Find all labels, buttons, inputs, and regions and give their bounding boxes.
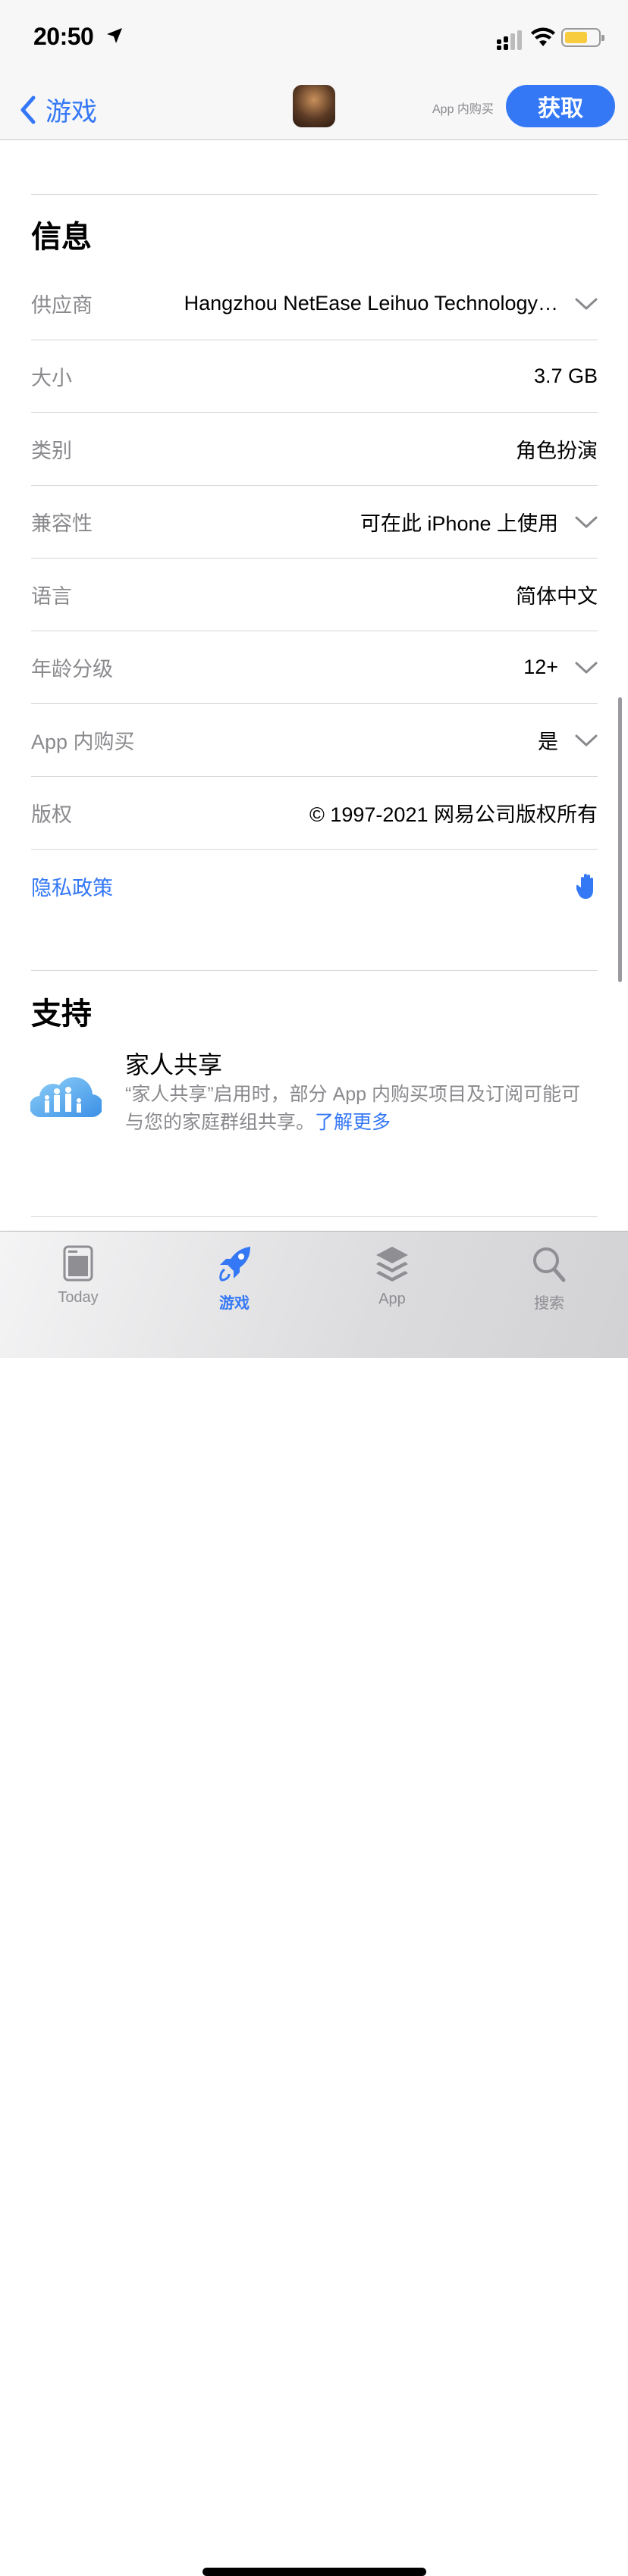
info-row-value: 角色扮演 [516, 440, 598, 462]
in-app-purchase-label: App 内购买 [432, 103, 494, 116]
navigation-header: 20:50 游戏 App 内购买 获取 [0, 0, 628, 140]
get-button[interactable]: 获取 [506, 85, 615, 127]
privacy-policy-label: 隐私政策 [31, 876, 113, 900]
info-row-value: 3.7 GB [533, 365, 598, 387]
info-row[interactable]: 供应商 Hangzhou NetEase Leihuo Technology… [31, 268, 598, 340]
search-icon [533, 1247, 566, 1282]
battery-icon [561, 28, 604, 47]
info-row-value: Hangzhou NetEase Leihuo Technology… [184, 292, 558, 315]
info-row-key: 版权 [31, 803, 72, 826]
tab-search[interactable]: 搜索 [504, 1245, 595, 1313]
scrollbar[interactable] [618, 697, 622, 982]
privacy-policy-link[interactable]: 隐私政策 [31, 850, 598, 922]
info-row: 类别 角色扮演 [31, 413, 598, 486]
tab-label: 搜索 [534, 1295, 564, 1312]
info-row-value: 是 [538, 731, 558, 753]
cellular-signal-icon [497, 30, 522, 50]
info-row-key: 大小 [31, 367, 72, 390]
info-row[interactable]: App 内购买 是 [31, 704, 598, 777]
app-icon [293, 85, 335, 127]
info-row: 大小 3.7 GB [31, 340, 598, 413]
divider [31, 1216, 598, 1217]
family-sharing-title: 家人共享 [125, 1051, 223, 1078]
location-arrow-icon [107, 28, 122, 43]
chevron-down-icon[interactable] [575, 297, 598, 311]
info-row-key: 类别 [31, 440, 72, 462]
tab-today[interactable]: Today [33, 1245, 124, 1307]
divider [31, 970, 598, 971]
tab-apps[interactable]: App [347, 1245, 438, 1308]
info-row-key: 兼容性 [31, 512, 93, 535]
tab-bar: Today 游戏 App 搜索 [0, 1231, 628, 2576]
info-row-key: 年龄分级 [31, 658, 113, 681]
tab-label: App [378, 1291, 406, 1307]
layers-icon [376, 1247, 408, 1282]
home-indicator[interactable] [203, 2568, 426, 2576]
privacy-hand-icon [576, 874, 593, 899]
divider [31, 194, 598, 195]
family-sharing-description: “家人共享”启用时，部分 App 内购买项目及订阅可能可与您的家庭群组共享。了解… [125, 1081, 595, 1137]
chevron-down-icon[interactable] [575, 661, 598, 675]
info-row-value: 可在此 iPhone 上使用 [360, 512, 558, 535]
tab-label: 游戏 [219, 1295, 250, 1312]
chevron-down-icon[interactable] [575, 515, 598, 529]
info-row-value: 12+ [523, 656, 558, 678]
info-row-value: © 1997-2021 网易公司版权所有 [309, 803, 598, 826]
info-row-value: 简体中文 [516, 585, 598, 608]
back-label: 游戏 [46, 98, 97, 127]
status-time: 20:50 [33, 23, 94, 50]
tab-games[interactable]: 游戏 [189, 1245, 280, 1313]
info-row-key: App 内购买 [31, 731, 135, 753]
family-sharing-icon [30, 1077, 102, 1118]
chevron-down-icon[interactable] [575, 734, 598, 747]
back-button[interactable]: 游戏 [18, 91, 97, 128]
rocket-icon [219, 1247, 250, 1282]
chevron-left-icon [20, 95, 36, 124]
info-heading: 信息 [31, 221, 92, 254]
info-row: 版权 © 1997-2021 网易公司版权所有 [31, 777, 598, 850]
info-row-key: 供应商 [31, 294, 93, 317]
info-row: 语言 简体中文 [31, 559, 598, 631]
support-heading: 支持 [31, 997, 92, 1031]
learn-more-link[interactable]: 了解更多 [315, 1112, 391, 1133]
tab-label: Today [58, 1289, 99, 1306]
info-row-key: 语言 [31, 585, 72, 608]
today-icon [63, 1245, 93, 1282]
info-row[interactable]: 年龄分级 12+ [31, 631, 598, 704]
info-row[interactable]: 兼容性 可在此 iPhone 上使用 [31, 486, 598, 559]
wifi-icon [531, 27, 555, 46]
